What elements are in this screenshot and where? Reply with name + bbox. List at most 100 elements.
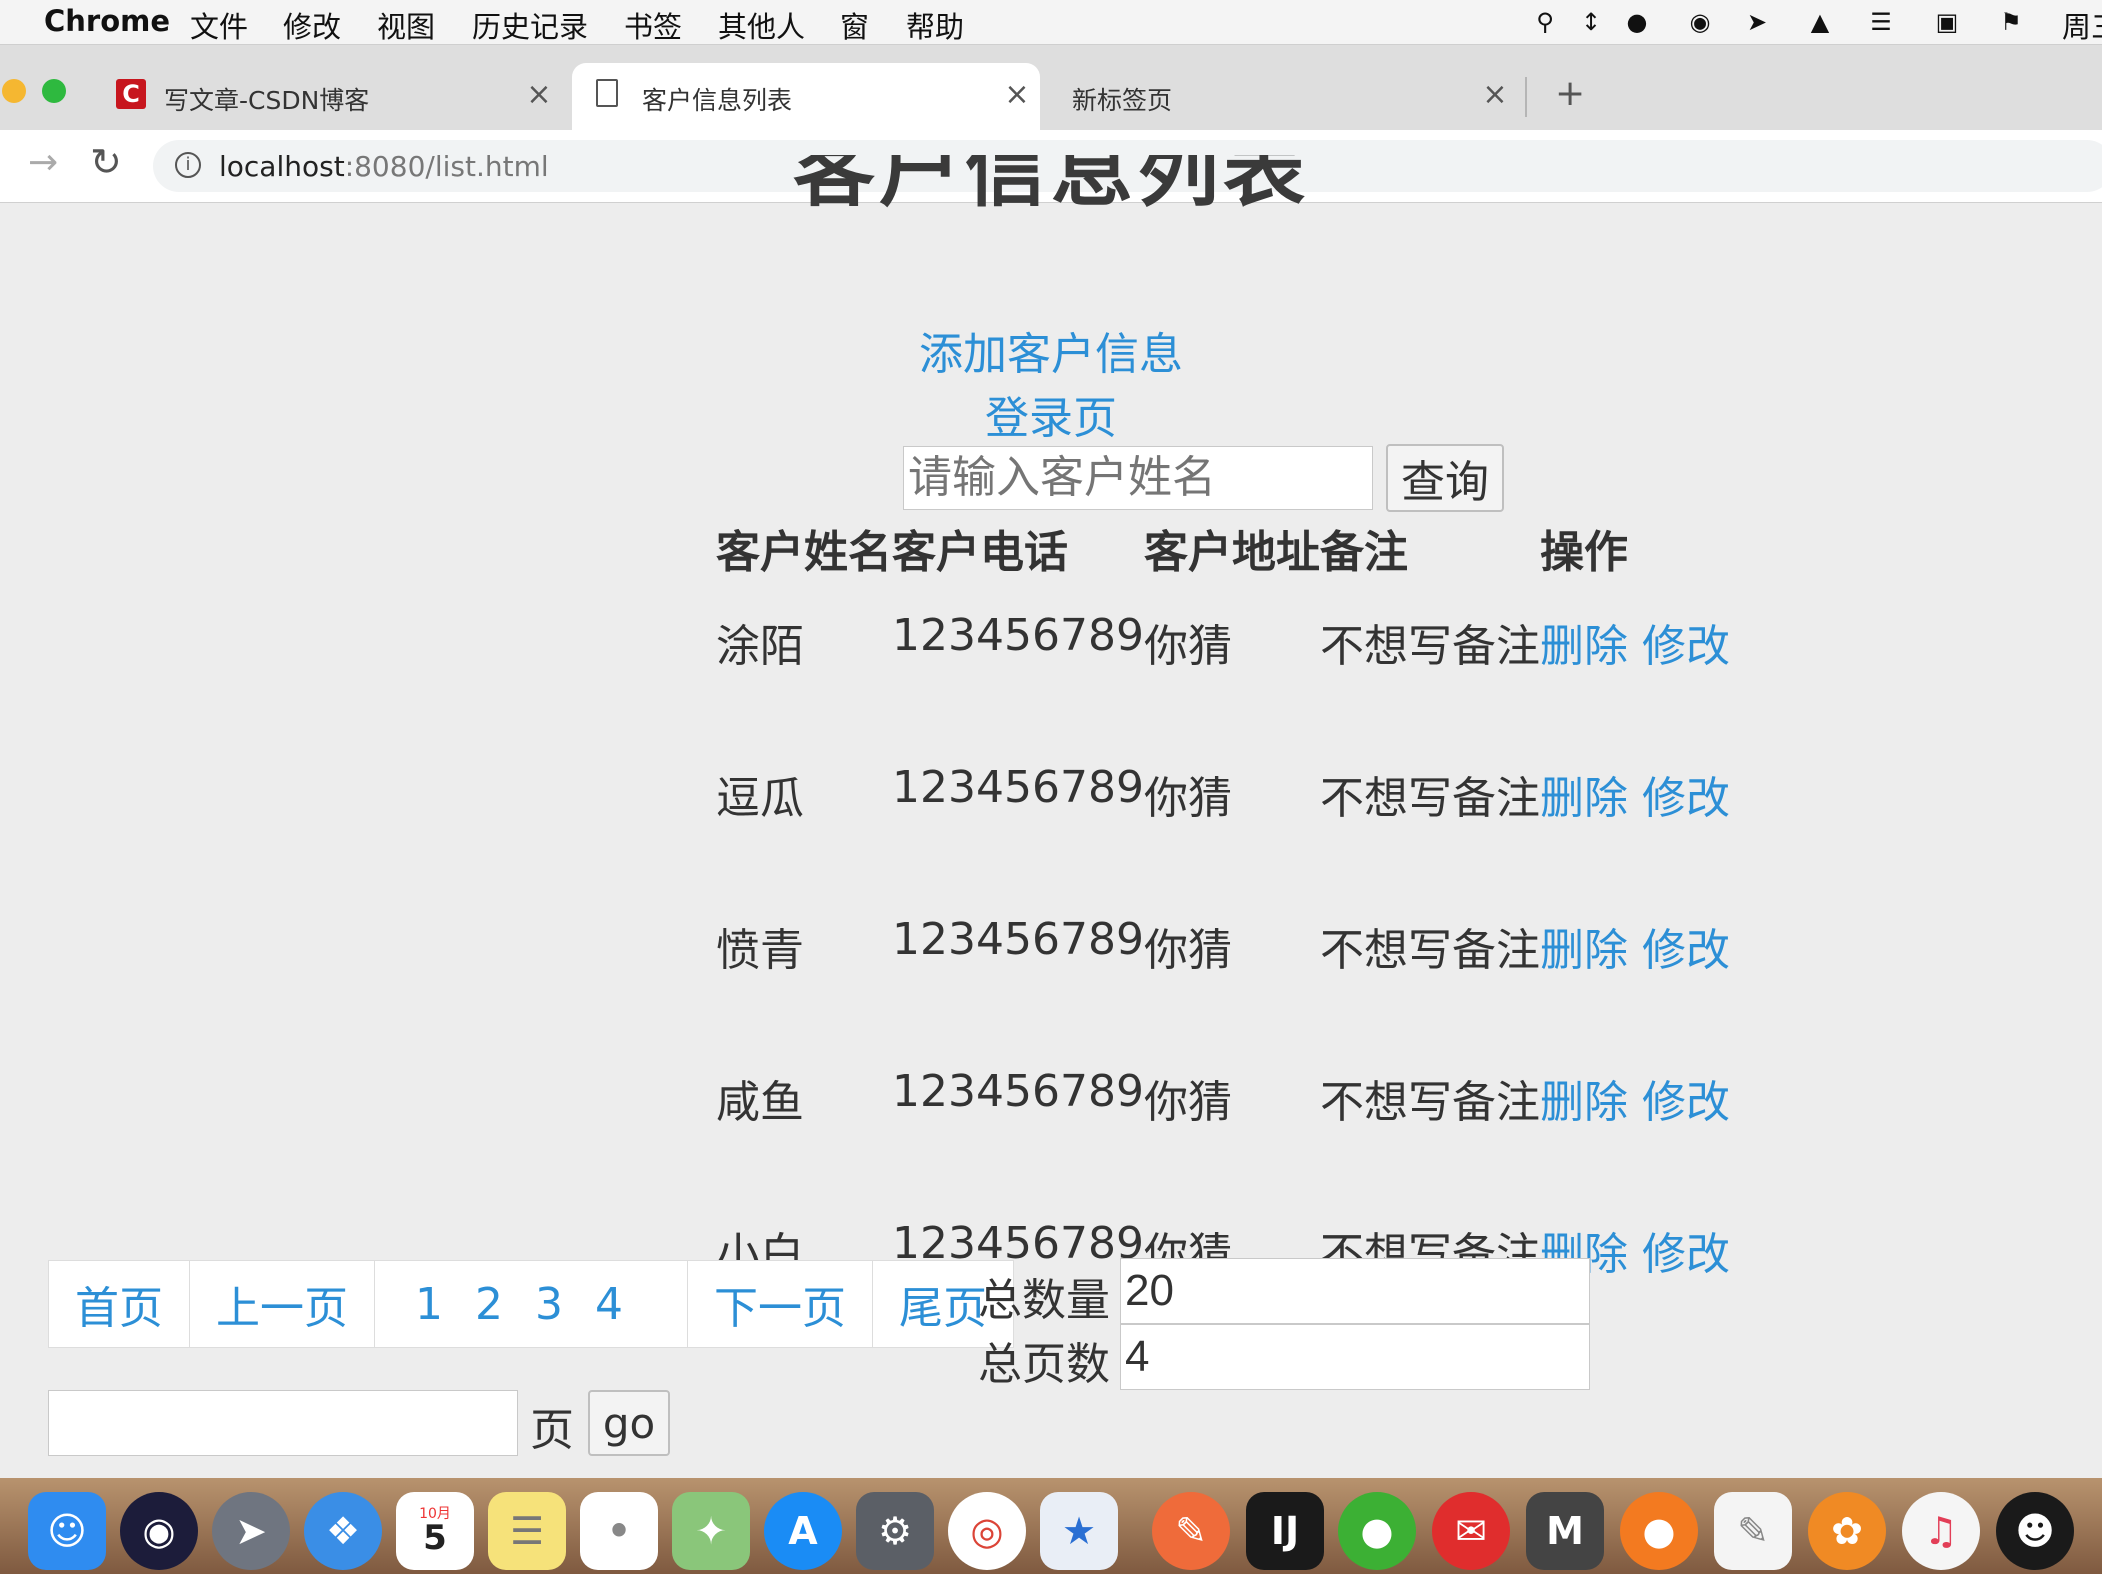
qq-tray-icon[interactable]: ● <box>1622 8 1652 36</box>
menu-bookmarks[interactable]: 书签 <box>624 4 682 46</box>
launchpad-icon[interactable]: ➤ <box>212 1492 290 1570</box>
tab-new-tab[interactable]: 新标签页 × <box>1054 63 1540 130</box>
new-tab-icon[interactable]: + <box>1555 73 1585 114</box>
table-row: 逗瓜 123456789 你猜 不想写备注 删除 修改 <box>716 738 1730 890</box>
maps-icon[interactable]: ✦ <box>672 1492 750 1570</box>
menu-people[interactable]: 其他人 <box>718 4 805 46</box>
calendar-day: 5 <box>423 1518 447 1558</box>
total-pages-label: 总页数 <box>978 1339 1110 1390</box>
edit-link[interactable]: 修改 <box>1642 621 1730 672</box>
cell-phone: 123456789 <box>892 1066 1144 1117</box>
textedit-icon[interactable]: ✎ <box>1714 1492 1792 1570</box>
wifi-icon[interactable]: ☰ <box>1866 8 1896 36</box>
tab-title: 写文章-CSDN博客 <box>164 86 370 115</box>
header-note: 备注 <box>1319 527 1408 578</box>
page-4-link[interactable]: 4 <box>579 1279 663 1330</box>
menu-window[interactable]: 窗 <box>840 4 869 46</box>
cell-address: 你猜 <box>1143 773 1232 824</box>
page-1-link[interactable]: 1 <box>399 1279 459 1330</box>
wechat-icon[interactable]: ● <box>1338 1492 1416 1570</box>
next-page-button[interactable]: 下一页 <box>688 1261 873 1347</box>
tab-divider <box>1525 77 1527 117</box>
safari-icon[interactable]: ❖ <box>304 1492 382 1570</box>
page-icon <box>596 79 618 107</box>
tab-strip: C 写文章-CSDN博客 × 客户信息列表 × 新标签页 × + <box>0 45 2102 130</box>
menu-file[interactable]: 文件 <box>190 4 248 46</box>
mail-icon[interactable]: ✉ <box>1432 1492 1510 1570</box>
wechat-tray-icon[interactable]: ◉ <box>1685 8 1715 36</box>
page-jump-input[interactable] <box>48 1390 518 1456</box>
first-page-button[interactable]: 首页 <box>49 1261 190 1347</box>
chrome-icon[interactable]: ◎ <box>948 1492 1026 1570</box>
page-heading-container: 客户信息列表 <box>0 155 2102 265</box>
delete-link[interactable]: 删除 <box>1540 773 1628 824</box>
close-tab-icon[interactable]: × <box>1002 77 1032 112</box>
app-store-icon[interactable]: A <box>764 1492 842 1570</box>
edit-link[interactable]: 修改 <box>1642 1229 1730 1280</box>
customer-name-search-input[interactable] <box>903 446 1373 510</box>
page-title: 客户信息列表 <box>792 155 1309 218</box>
table-header-row: 客户姓名 客户电话 客户地址 备注 操作 <box>716 510 1730 586</box>
cell-address: 你猜 <box>1143 1077 1232 1128</box>
photos-icon[interactable]: ✿ <box>1808 1492 1886 1570</box>
edit-link[interactable]: 修改 <box>1642 773 1730 824</box>
siri-icon[interactable]: ◉ <box>120 1492 198 1570</box>
cell-note: 不想写备注 <box>1319 773 1540 824</box>
table-row: 愤青 123456789 你猜 不想写备注 删除 修改 <box>716 890 1730 1042</box>
xcode-icon[interactable]: ★ <box>1040 1492 1118 1570</box>
delete-link[interactable]: 删除 <box>1540 1077 1628 1128</box>
total-pages-field[interactable] <box>1120 1324 1590 1390</box>
minimize-window-button[interactable] <box>2 79 26 103</box>
cell-phone: 123456789 <box>892 914 1144 965</box>
close-tab-icon[interactable]: × <box>524 77 554 112</box>
total-count-field[interactable] <box>1120 1258 1590 1324</box>
table-row: 咸鱼 123456789 你猜 不想写备注 删除 修改 <box>716 1042 1730 1194</box>
hat-icon[interactable]: ▲ <box>1805 8 1835 36</box>
cell-address: 你猜 <box>1143 621 1232 672</box>
delete-link[interactable]: 删除 <box>1540 621 1628 672</box>
paper-plane-icon[interactable]: ➤ <box>1742 8 1772 36</box>
edit-link[interactable]: 修改 <box>1642 925 1730 976</box>
go-button[interactable]: go <box>588 1390 670 1456</box>
tab-title: 客户信息列表 <box>642 86 793 115</box>
firefox-icon[interactable]: ● <box>1620 1492 1698 1570</box>
pagination: 首页 上一页 1 2 3 4 下一页 尾页 <box>48 1260 1014 1348</box>
menu-history[interactable]: 历史记录 <box>472 4 588 46</box>
finder-icon[interactable]: ☺ <box>28 1492 106 1570</box>
intellij-icon[interactable]: IJ <box>1246 1492 1324 1570</box>
cell-name: 愤青 <box>716 925 804 976</box>
add-customer-link[interactable]: 添加客户信息 <box>0 318 2102 382</box>
page-2-link[interactable]: 2 <box>459 1279 519 1330</box>
search-button[interactable]: 查询 <box>1386 444 1504 512</box>
spotlight-search-icon[interactable]: ⚲ <box>1530 8 1560 36</box>
menu-edit[interactable]: 修改 <box>283 4 341 46</box>
battery-icon[interactable]: ▣ <box>1932 8 1962 36</box>
login-page-link[interactable]: 登录页 <box>0 382 2102 446</box>
us-flag-icon[interactable]: ⚑ <box>1996 8 2026 36</box>
menubar-clock[interactable]: 周三 <box>2062 4 2102 46</box>
sync-arrows-icon[interactable]: ↕ <box>1576 8 1606 36</box>
cell-name: 涂陌 <box>716 621 804 672</box>
header-actions: 操作 <box>1539 527 1628 578</box>
header-phone: 客户电话 <box>892 527 1068 578</box>
calendar-icon[interactable]: 10月 5 <box>396 1492 474 1570</box>
delete-link[interactable]: 删除 <box>1540 925 1628 976</box>
paw-icon[interactable]: ✎ <box>1152 1492 1230 1570</box>
edit-link[interactable]: 修改 <box>1642 1077 1730 1128</box>
m-app-icon[interactable]: M <box>1526 1492 1604 1570</box>
reminders-icon[interactable]: • <box>580 1492 658 1570</box>
notes-icon[interactable]: ☰ <box>488 1492 566 1570</box>
previous-page-button[interactable]: 上一页 <box>190 1261 375 1347</box>
menu-help[interactable]: 帮助 <box>906 4 964 46</box>
zoom-window-button[interactable] <box>42 79 66 103</box>
music-icon[interactable]: ♫ <box>1902 1492 1980 1570</box>
cell-note: 不想写备注 <box>1319 1077 1540 1128</box>
tab-customer-list[interactable]: 客户信息列表 × <box>572 63 1040 130</box>
system-preferences-icon[interactable]: ⚙ <box>856 1492 934 1570</box>
menu-app-chrome[interactable]: Chrome <box>44 4 170 38</box>
tab-csdn[interactable]: C 写文章-CSDN博客 × <box>100 63 560 130</box>
close-tab-icon[interactable]: × <box>1480 77 1510 112</box>
qq-icon[interactable]: ☻ <box>1996 1492 2074 1570</box>
page-3-link[interactable]: 3 <box>519 1279 579 1330</box>
menu-view[interactable]: 视图 <box>377 4 435 46</box>
